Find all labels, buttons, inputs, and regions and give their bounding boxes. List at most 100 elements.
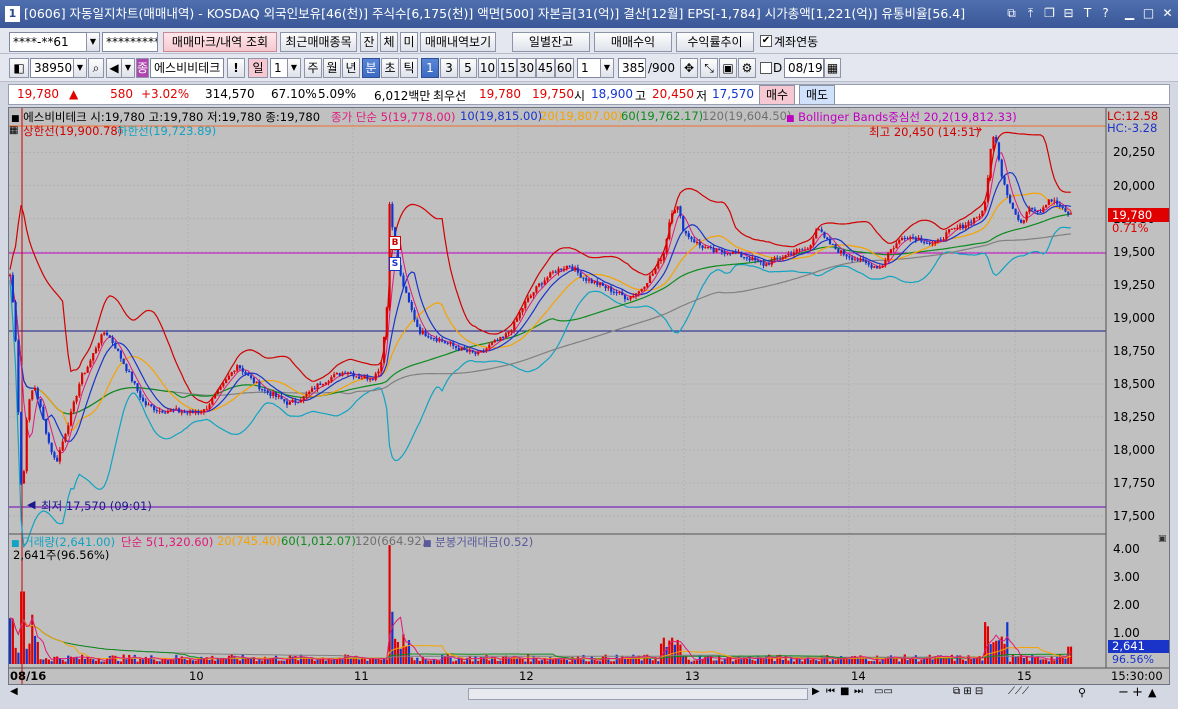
settings-gear-icon[interactable]: ⚙ <box>738 58 756 78</box>
candle-body <box>493 340 496 343</box>
scroll-thumb[interactable] <box>468 688 808 700</box>
grid-toggle-icon[interactable]: ▦ <box>9 125 18 136</box>
link-icon[interactable]: ⧉ <box>1004 6 1019 21</box>
candle-body <box>773 257 776 261</box>
chart-svg[interactable] <box>9 108 1170 685</box>
candle-body <box>72 401 75 412</box>
sell-marker[interactable]: S <box>389 257 401 271</box>
minimize-icon[interactable]: ▁ <box>1122 6 1137 21</box>
executed-button[interactable]: 체 <box>380 32 398 52</box>
crosshair-icon[interactable]: ✥ <box>680 58 698 78</box>
interval-5-button[interactable]: 5 <box>459 58 477 78</box>
alert-button[interactable]: ! <box>227 58 245 78</box>
pin-icon[interactable]: ⤒ <box>1023 6 1038 21</box>
period-tick-button[interactable]: 틱 <box>400 58 418 78</box>
sell-button[interactable]: 매도 <box>799 85 835 105</box>
candle-body <box>61 441 64 451</box>
stock-code-input[interactable]: 389500 <box>30 58 74 78</box>
sound-icon[interactable]: ◀ <box>106 58 122 78</box>
low-price: 17,570 <box>712 87 754 101</box>
date-checkbox[interactable] <box>760 62 772 74</box>
buy-marker[interactable]: B <box>389 236 401 250</box>
fast-forward-icon[interactable]: ⏭ <box>854 686 863 697</box>
font-size-icon[interactable]: T <box>1080 6 1095 21</box>
password-field[interactable]: ********* <box>102 32 158 52</box>
trade-history-button[interactable]: 매매내역보기 <box>420 32 496 52</box>
tile-icon[interactable]: ⊟ <box>1061 6 1076 21</box>
search-icon[interactable]: ⌕ <box>88 58 104 78</box>
candle-body <box>643 286 646 289</box>
rewind-icon[interactable]: ⏮ <box>826 686 835 697</box>
help-icon[interactable]: ? <box>1098 6 1113 21</box>
tab-recent-trades[interactable]: 최근매매종목 <box>280 32 357 52</box>
code-dropdown-icon[interactable]: ▼ <box>73 58 87 78</box>
candle-body <box>828 238 832 244</box>
interval-15-button[interactable]: 15 <box>498 58 517 78</box>
layout-icon[interactable]: ⧉ ⊞ ⊟ <box>953 686 983 697</box>
volume-bar <box>1047 661 1050 664</box>
candle-body <box>770 260 773 265</box>
zoom-reset-icon[interactable]: ⚲ <box>1078 686 1086 699</box>
interval-3-button[interactable]: 3 <box>440 58 458 78</box>
interval-45-button[interactable]: 45 <box>536 58 555 78</box>
period-value-field[interactable]: 1 <box>270 58 288 78</box>
account-field[interactable]: ****-**61 <box>9 32 87 52</box>
period-month-button[interactable]: 월 <box>323 58 341 78</box>
quote-bar: 19,780 ▲ 580 +3.02% 314,570 67.10% 5.09%… <box>8 84 1170 105</box>
candle-body <box>197 412 200 414</box>
candle-body <box>806 248 809 250</box>
maximize-icon[interactable]: □ <box>1141 6 1156 21</box>
volume-bar <box>751 659 754 664</box>
date-input[interactable]: 08/19 <box>784 58 824 78</box>
period-week-button[interactable]: 주 <box>304 58 322 78</box>
volume-bar <box>914 655 917 664</box>
save-icon[interactable]: ▣ <box>719 58 737 78</box>
zoom-in-icon[interactable]: + <box>1132 685 1143 700</box>
account-link-checkbox[interactable]: ✔ <box>760 35 772 47</box>
interval-60-button[interactable]: 60 <box>555 58 574 78</box>
chart-type-icon[interactable]: ◧ <box>9 58 29 78</box>
chart-area[interactable]: ■ 에스비비테크 시:19,780 고:19,780 저:19,780 종:19… <box>8 107 1170 685</box>
unexecuted-button[interactable]: 미 <box>400 32 418 52</box>
balance-button[interactable]: 잔 <box>360 32 378 52</box>
count-field[interactable]: 385 <box>618 58 646 78</box>
interval-1-button[interactable]: 1 <box>421 58 439 78</box>
triangle-icon[interactable]: ▲ <box>1148 686 1156 699</box>
scroll-left-icon[interactable]: ◀ <box>10 686 18 697</box>
daily-balance-button[interactable]: 일별잔고 <box>512 32 590 52</box>
scroll-right-icon[interactable]: ▶ <box>812 686 820 697</box>
calendar-icon[interactable]: ▦ <box>824 58 841 78</box>
ruler-icon[interactable]: ▭▭ <box>874 686 893 697</box>
draw-tool-icon[interactable]: ⤡ <box>700 58 718 78</box>
candle-body <box>269 392 272 397</box>
trend-line-icon[interactable]: ⟋⟋⟋ <box>1008 686 1029 697</box>
account-dropdown-icon[interactable]: ▼ <box>86 32 100 52</box>
period-dropdown-icon[interactable]: ▼ <box>287 58 301 78</box>
copy-window-icon[interactable]: ❐ <box>1042 6 1057 21</box>
candle-body <box>114 342 117 349</box>
period-second-button[interactable]: 초 <box>381 58 399 78</box>
volume-axis-label: 3.00 <box>1113 570 1140 584</box>
trade-profit-button[interactable]: 매매수익 <box>594 32 672 52</box>
close-icon[interactable]: ✕ <box>1160 6 1175 21</box>
return-trend-button[interactable]: 수익률추이 <box>676 32 754 52</box>
candle-body <box>158 410 161 412</box>
sound-dropdown-icon[interactable]: ▼ <box>121 58 135 78</box>
interval-value-field[interactable]: 1 <box>577 58 601 78</box>
interval-10-button[interactable]: 10 <box>478 58 497 78</box>
candle-body <box>693 239 696 243</box>
period-minute-button[interactable]: 분 <box>362 58 380 78</box>
zoom-out-icon[interactable]: − <box>1118 685 1129 700</box>
stock-name-field[interactable]: 에스비비테크 <box>150 58 224 78</box>
volume-bar <box>1053 660 1056 664</box>
stop-icon[interactable]: ■ <box>840 686 849 697</box>
panel-collapse-icon[interactable]: ▣ <box>1158 534 1167 544</box>
period-year-button[interactable]: 년 <box>342 58 360 78</box>
interval-dropdown-icon[interactable]: ▼ <box>600 58 614 78</box>
period-day-button[interactable]: 일 <box>248 58 268 78</box>
interval-30-button[interactable]: 30 <box>517 58 536 78</box>
tab-trade-marks[interactable]: 매매마크/내역 조회 <box>163 32 277 52</box>
volume-bar <box>316 659 319 664</box>
candle-body <box>31 390 34 400</box>
buy-button[interactable]: 매수 <box>759 85 795 105</box>
